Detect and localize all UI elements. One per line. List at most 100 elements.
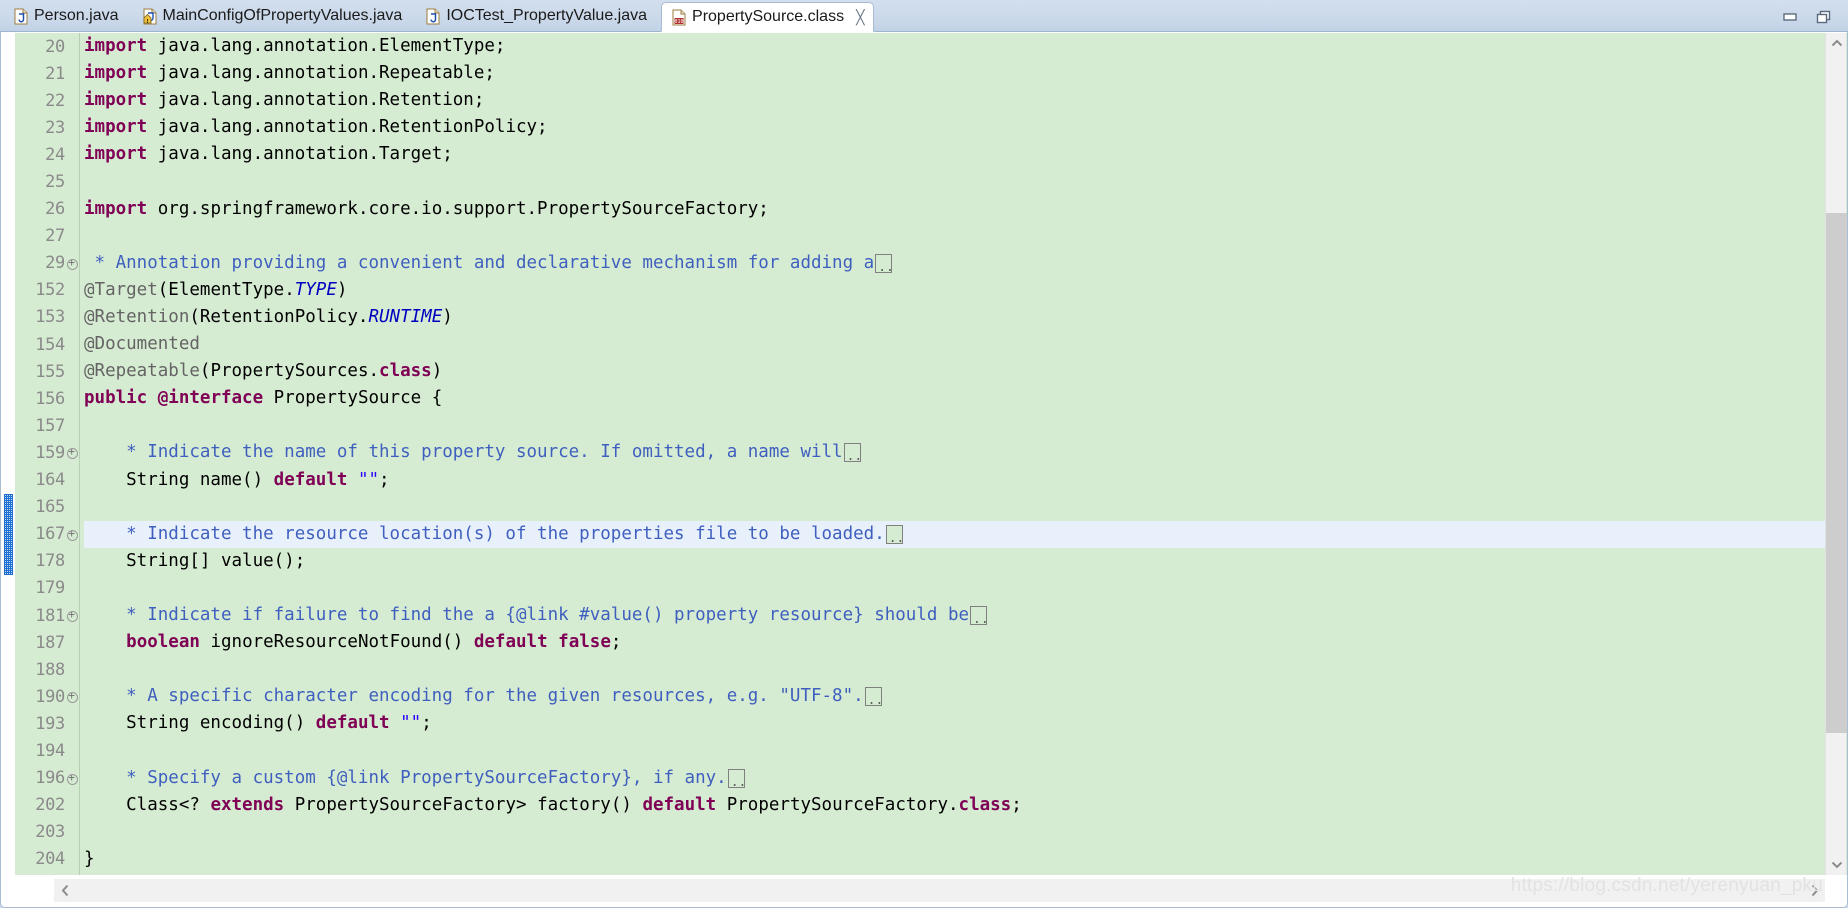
- code-line[interactable]: import java.lang.annotation.RetentionPol…: [84, 114, 1847, 141]
- close-icon[interactable]: ╳: [856, 10, 864, 24]
- horizontal-scrollbar[interactable]: [2, 875, 1847, 906]
- code-line[interactable]: [84, 656, 1847, 683]
- line-number: 188: [15, 656, 79, 683]
- line-number-value: 27: [45, 226, 65, 247]
- expand-fold-icon[interactable]: [66, 688, 78, 704]
- line-number: 29: [15, 250, 79, 277]
- code-line[interactable]: [84, 575, 1847, 602]
- code-token: false: [558, 632, 611, 653]
- editor-tab-ioctest-propertyvalue-java[interactable]: IOCTest_PropertyValue.java: [416, 1, 661, 31]
- line-number-value: 196: [35, 768, 65, 789]
- line-number: 22: [15, 87, 79, 114]
- expand-fold-icon[interactable]: [66, 444, 78, 460]
- code-line[interactable]: [84, 223, 1847, 250]
- scroll-left-arrow[interactable]: [54, 879, 77, 902]
- line-number-value: 188: [35, 659, 65, 680]
- code-line[interactable]: public @interface PropertySource {: [84, 385, 1847, 412]
- editor-tab-person-java[interactable]: Person.java: [4, 1, 133, 31]
- line-number-value: 156: [35, 388, 65, 409]
- line-number-value: 26: [45, 199, 65, 220]
- horizontal-scroll-track[interactable]: [54, 879, 1826, 902]
- code-token: import: [84, 36, 158, 56]
- code-line[interactable]: @Documented: [84, 331, 1847, 358]
- vertical-scroll-thumb[interactable]: [1826, 213, 1847, 733]
- expand-fold-icon[interactable]: [66, 770, 78, 786]
- code-line[interactable]: * Specify a custom {@link PropertySource…: [84, 765, 1847, 792]
- collapsed-region-icon[interactable]: [843, 443, 862, 463]
- line-number: 202: [15, 792, 79, 819]
- code-token: java.lang.annotation.RetentionPolicy;: [157, 117, 548, 138]
- line-number: 155: [15, 358, 79, 385]
- code-text-area[interactable]: import java.lang.annotation.ElementType;…: [80, 33, 1847, 875]
- code-line[interactable]: [84, 819, 1847, 846]
- editor-tab-bar: Person.java MainConfigOfPropertyValues.ja…: [0, 0, 1848, 32]
- editor-tab-mainconfigofpropertyvalues-java[interactable]: MainConfigOfPropertyValues.java: [133, 1, 417, 31]
- code-token: default: [315, 713, 390, 734]
- minimize-icon[interactable]: [1782, 10, 1798, 24]
- expand-fold-icon[interactable]: [66, 607, 78, 623]
- collapsed-region-icon[interactable]: [970, 606, 989, 626]
- collapsed-region-icon[interactable]: [727, 768, 746, 789]
- code-line[interactable]: import java.lang.annotation.Repeatable;: [84, 60, 1847, 87]
- code-token: ;: [1011, 794, 1022, 815]
- scroll-up-arrow[interactable]: [1826, 33, 1847, 54]
- line-number-value: 157: [35, 415, 65, 436]
- collapsed-region-icon[interactable]: [875, 253, 894, 274]
- expand-fold-icon[interactable]: [66, 255, 78, 271]
- line-number-gutter[interactable]: 20 21 22 23 24 25 26 27 29 152 153 154 155 156 157 159 1…: [15, 33, 80, 896]
- code-line[interactable]: [84, 737, 1847, 764]
- expand-fold-icon[interactable]: [66, 526, 78, 542]
- code-line[interactable]: * Annotation providing a convenient and …: [84, 250, 1847, 277]
- code-line[interactable]: [84, 168, 1847, 195]
- scroll-down-arrow[interactable]: [1826, 854, 1847, 875]
- line-number: 181: [15, 602, 79, 629]
- editor-tab-propertysource-class[interactable]: 010 PropertySource.class ╳: [661, 2, 874, 32]
- code-line[interactable]: [84, 494, 1847, 521]
- code-line[interactable]: * Indicate if failure to find the a {@li…: [84, 602, 1847, 629]
- code-line[interactable]: String name() default "";: [84, 467, 1847, 494]
- change-ruler[interactable]: [2, 33, 15, 875]
- code-line[interactable]: * Indicate the name of this property sou…: [84, 439, 1847, 466]
- collapsed-region-icon[interactable]: [885, 524, 904, 545]
- line-number: 164: [15, 467, 79, 494]
- code-token: ): [336, 279, 348, 300]
- code-line[interactable]: Class<? extends PropertySourceFactory> f…: [84, 792, 1847, 819]
- scroll-right-arrow[interactable]: [1803, 879, 1826, 902]
- code-token: String[] value();: [84, 550, 306, 571]
- code-token: default: [642, 794, 717, 815]
- code-token: @Retention: [84, 306, 190, 327]
- code-line[interactable]: * A specific character encoding for the …: [84, 683, 1847, 710]
- code-line[interactable]: import java.lang.annotation.Retention;: [84, 87, 1847, 114]
- code-line[interactable]: import java.lang.annotation.Target;: [84, 141, 1847, 168]
- code-line[interactable]: }: [84, 846, 1847, 873]
- code-token: (ElementType.: [157, 279, 295, 300]
- code-line[interactable]: @Target (ElementType. TYPE): [84, 277, 1847, 304]
- code-line[interactable]: String[] value();: [84, 548, 1847, 575]
- editor-tab-label: Person.java: [34, 7, 119, 24]
- code-line[interactable]: [84, 412, 1847, 439]
- code-token: ;: [379, 469, 390, 490]
- code-line[interactable]: boolean ignoreResourceNotFound() default…: [84, 629, 1847, 656]
- code-line[interactable]: @Retention (RetentionPolicy. RUNTIME): [84, 304, 1847, 331]
- code-token: default: [273, 469, 348, 490]
- code-line[interactable]: import java.lang.annotation.ElementType;: [84, 33, 1847, 60]
- java-file-icon: [14, 8, 28, 24]
- code-line[interactable]: String encoding() default "";: [84, 710, 1847, 737]
- collapsed-region-icon[interactable]: [864, 687, 883, 707]
- line-number-value: 204: [35, 849, 65, 870]
- vertical-scrollbar[interactable]: [1825, 33, 1847, 875]
- code-line[interactable]: @Repeatable (PropertySources. class): [84, 358, 1847, 385]
- line-number-value: 164: [35, 470, 65, 491]
- code-line[interactable]: import org.springframework.core.io.suppo…: [84, 196, 1847, 223]
- maximize-restore-icon[interactable]: [1816, 10, 1832, 24]
- editor-tab-label: IOCTest_PropertyValue.java: [446, 7, 648, 24]
- code-line[interactable]: * Indicate the resource location(s) of t…: [84, 520, 1847, 548]
- line-number-value: 179: [35, 578, 65, 599]
- line-number: 21: [15, 60, 79, 87]
